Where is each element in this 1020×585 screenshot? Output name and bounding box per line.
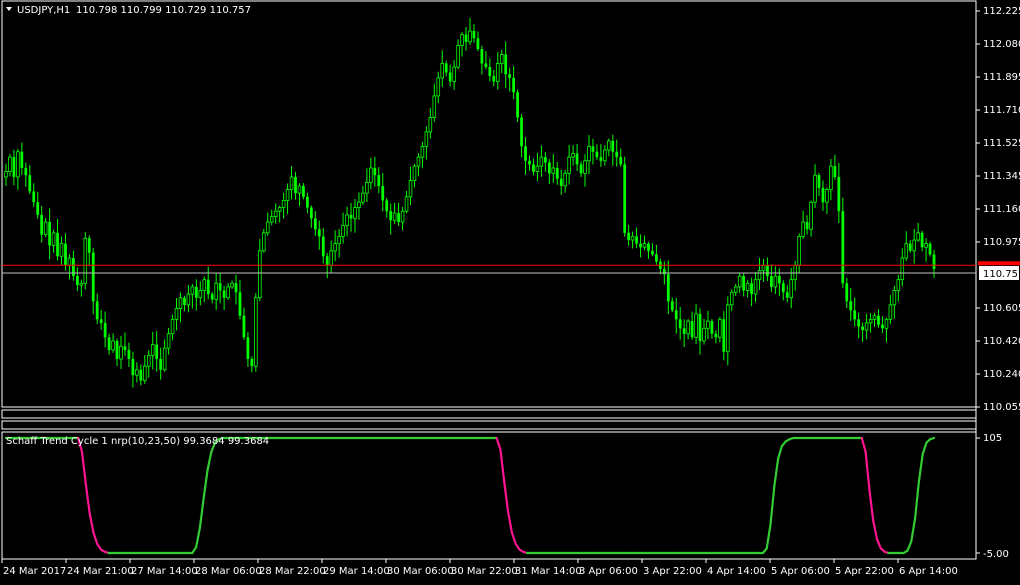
indicator-label: Schaff Trend Cycle 1 nrp(10,23,50) 99.36… (6, 436, 269, 447)
time-axis-label: 28 Mar 22:00 (259, 566, 326, 577)
time-axis-label: 4 Apr 14:00 (707, 566, 766, 577)
chart-header: USDJPY,H1 110.798 110.799 110.729 110.75… (6, 5, 251, 16)
price-axis-label: 111.160 (983, 204, 1020, 215)
price-axis-label: 112.080 (983, 39, 1020, 50)
candle (516, 89, 519, 122)
stc-segment (929, 436, 936, 441)
time-axis-label: 5 Apr 06:00 (771, 566, 830, 577)
candle (928, 241, 932, 257)
price-axis-label: 110.975 (983, 237, 1020, 248)
time-axis-label: 3 Apr 06:00 (579, 566, 638, 577)
terminal-chart-window[interactable]: 112.225 112.080 111.895 111.710 111.525 111.3… (0, 0, 1020, 581)
symbol-timeframe: USDJPY,H1 (17, 5, 70, 16)
time-axis-label: 30 Mar 06:00 (387, 566, 454, 577)
candle (83, 231, 88, 290)
price-axis-label: 111.895 (983, 72, 1020, 83)
time-axis-label: 28 Mar 06:00 (195, 566, 262, 577)
candle (623, 156, 627, 237)
price-axis-label: 111.710 (983, 105, 1020, 116)
price-axis-label: 110.055 (983, 402, 1020, 413)
time-axis-label: 3 Apr 22:00 (643, 566, 702, 577)
ohlc-values: 110.798 110.799 110.729 110.757 (76, 5, 251, 16)
candle (841, 197, 845, 288)
time-axis-label: 31 Mar 14:00 (515, 566, 582, 577)
price-axis-label: 111.525 (983, 138, 1020, 149)
current-price-tag: 110.757 (979, 266, 1020, 281)
indicator-axis-top: 105 (983, 433, 1002, 444)
candle (254, 292, 258, 372)
price-axis-label: 110.605 (983, 303, 1020, 314)
time-axis-label: 24 Mar 2017 (3, 566, 66, 577)
price-axis-label: 110.240 (983, 369, 1020, 380)
time-axis-label: 30 Mar 22:00 (451, 566, 518, 577)
indicator-axis-bottom: -5.00 (983, 549, 1009, 560)
current-price-label: 110.757 (983, 269, 1020, 280)
time-axis-label: 27 Mar 14:00 (131, 566, 198, 577)
ask-price-marker (978, 261, 1020, 266)
time-axis-label: 24 Mar 21:00 (67, 566, 134, 577)
price-axis-label: 110.420 (983, 336, 1020, 347)
price-axis-label: 112.225 (983, 6, 1020, 17)
time-axis-label: 29 Mar 14:00 (323, 566, 390, 577)
time-axis-label: 5 Apr 22:00 (835, 566, 894, 577)
time-axis-label: 6 Apr 14:00 (899, 566, 958, 577)
price-axis-label: 111.345 (983, 171, 1020, 182)
candle (261, 228, 266, 253)
